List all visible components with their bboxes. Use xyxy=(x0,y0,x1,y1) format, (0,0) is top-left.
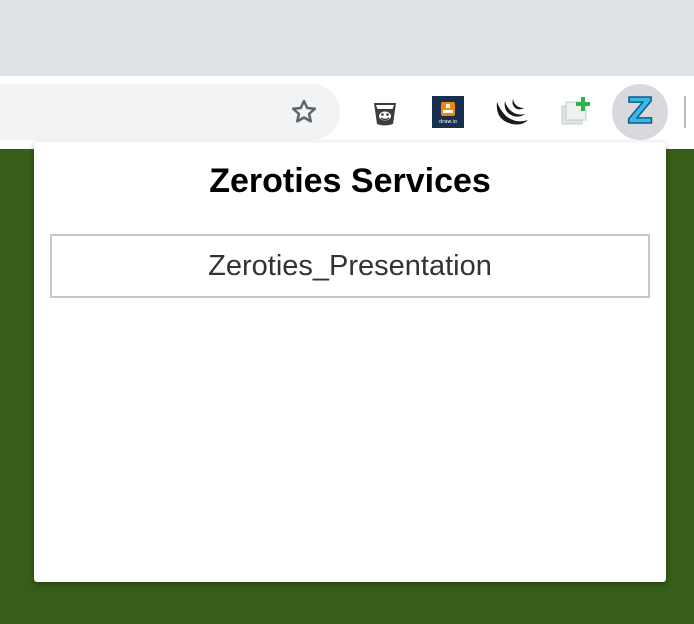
zeroties-z-icon: Z xyxy=(626,91,654,132)
extension-bucket-button[interactable] xyxy=(365,92,405,132)
star-icon xyxy=(291,99,317,123)
drawio-icon: draw.io xyxy=(432,96,464,128)
add-page-icon xyxy=(561,97,590,125)
jquery-icon xyxy=(496,99,528,125)
extension-zeroties-button[interactable]: Z xyxy=(612,84,668,140)
browser-tab-strip xyxy=(0,0,694,76)
toolbar-separator xyxy=(684,96,686,128)
browser-toolbar: draw.io Z xyxy=(0,76,694,149)
extension-drawio-button[interactable]: draw.io xyxy=(428,92,468,132)
bucket-icon xyxy=(374,103,396,126)
bookmark-star-icon[interactable] xyxy=(286,94,322,130)
service-button-zeroties-presentation[interactable]: Zeroties_Presentation xyxy=(50,234,650,298)
drawio-icon-text: draw.io xyxy=(439,119,457,125)
popup-title: Zeroties Services xyxy=(209,162,491,200)
extension-popup: Zeroties Services Zeroties_Presentation xyxy=(34,142,666,582)
extension-add-page-button[interactable] xyxy=(556,92,596,132)
extension-jquery-button[interactable] xyxy=(492,92,532,132)
